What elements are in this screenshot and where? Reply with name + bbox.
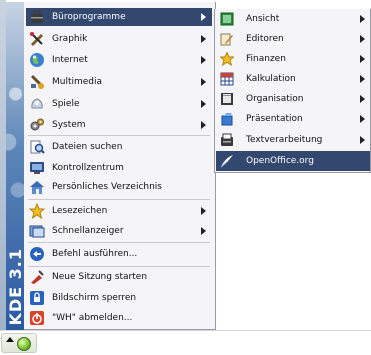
games-icon xyxy=(31,98,43,109)
kmenu-item-label: Befehl ausführen... xyxy=(52,249,138,259)
submenu-item-label: Präsentation xyxy=(246,114,303,124)
submenu-arrow-icon xyxy=(201,78,206,86)
presentation-icon xyxy=(221,113,233,126)
menu-separator xyxy=(28,242,210,243)
kmenu-item-label: Schnellanzeiger xyxy=(52,226,124,236)
kmenu-item-bildschirm-sperren[interactable]: Bildschirm sperren xyxy=(26,289,212,307)
kmenu-item-label: Büroprogramme xyxy=(52,12,126,22)
kmenu-item-label: Neue Sitzung starten xyxy=(52,272,148,282)
menu-separator xyxy=(28,266,210,267)
kmenu-item-graphik[interactable]: Graphik xyxy=(26,30,212,48)
submenu-item-editoren[interactable]: Editoren xyxy=(216,29,370,49)
submenu-arrow-icon xyxy=(201,100,206,108)
bueroprogramme-submenu: Ansicht Editoren Finanzen Kalkulation Or… xyxy=(214,9,371,173)
menu-separator xyxy=(28,199,210,200)
lock-screen-icon xyxy=(30,291,44,305)
run-command-icon xyxy=(30,247,44,261)
submenu-item-organisation[interactable]: Organisation xyxy=(216,89,370,109)
submenu-arrow-icon xyxy=(201,207,206,215)
kmenu-item-multimedia[interactable]: Multimedia xyxy=(26,73,212,91)
submenu-arrow-icon xyxy=(201,35,206,43)
control-center-icon xyxy=(30,162,44,174)
multimedia-note-icon xyxy=(30,74,45,89)
kmenu-item-label: Lesezeichen xyxy=(52,206,108,216)
submenu-arrow-icon xyxy=(360,136,365,144)
quick-browser-icon xyxy=(29,225,45,238)
kmenu-item-kontrollzentrum[interactable]: Kontrollzentrum xyxy=(26,159,212,177)
submenu-arrow-icon xyxy=(360,35,365,43)
submenu-item-label: Textverarbeitung xyxy=(246,135,323,145)
submenu-item-label: Organisation xyxy=(246,94,304,104)
new-session-icon xyxy=(31,270,44,284)
k-menu: Büroprogramme Graphik Internet Multimedi… xyxy=(24,2,216,330)
editor-pen-icon xyxy=(220,33,233,46)
kmenu-item-neue-sitzung[interactable]: Neue Sitzung starten xyxy=(26,268,212,286)
kde-panel xyxy=(0,330,371,355)
organizer-icon xyxy=(221,93,233,105)
kmenu-item-label: Kontrollzentrum xyxy=(52,163,124,173)
openoffice-icon xyxy=(220,155,233,168)
kmenu-item-schnellanzeiger[interactable]: Schnellanzeiger xyxy=(26,222,212,240)
kmenu-item-label: System xyxy=(52,120,86,130)
bookmark-star-icon xyxy=(29,203,45,219)
submenu-arrow-icon xyxy=(360,55,365,63)
submenu-arrow-icon xyxy=(201,56,206,64)
kmenu-item-label: Spiele xyxy=(52,99,80,109)
kmenu-item-label: Graphik xyxy=(52,34,88,44)
spreadsheet-icon xyxy=(220,72,234,86)
word-processor-icon xyxy=(221,133,233,146)
finance-star-icon xyxy=(220,52,234,66)
kmenu-item-system[interactable]: System xyxy=(26,116,212,134)
kmenu-item-label: Internet xyxy=(52,55,88,65)
k-menu-ball-icon xyxy=(17,337,31,351)
submenu-item-label: Ansicht xyxy=(246,14,280,24)
submenu-item-label: Kalkulation xyxy=(246,74,296,84)
kmenu-item-dateien-suchen[interactable]: Dateien suchen xyxy=(26,138,212,156)
submenu-item-kalkulation[interactable]: Kalkulation xyxy=(216,69,370,89)
find-files-icon xyxy=(30,140,45,154)
kmenu-item-bueroprogramme[interactable]: Büroprogramme xyxy=(26,8,212,26)
kmenu-item-label: Persönliches Verzeichnis xyxy=(52,182,162,192)
submenu-item-ansicht[interactable]: Ansicht xyxy=(216,9,370,29)
menu-separator xyxy=(28,135,210,136)
kmenu-item-befehl-ausfuehren[interactable]: Befehl ausführen... xyxy=(26,245,212,263)
system-gears-icon xyxy=(30,118,44,131)
menu-up-arrow-icon xyxy=(6,337,14,342)
kde-side-banner: KDE 3.1 xyxy=(6,2,24,330)
submenu-arrow-icon xyxy=(360,115,365,123)
graphics-pen-icon xyxy=(30,32,43,46)
kmenu-item-label: Dateien suchen xyxy=(52,142,123,152)
kmenu-item-label: Multimedia xyxy=(52,77,103,87)
kmenu-item-persoenliches-verzeichnis[interactable]: Persönliches Verzeichnis xyxy=(26,178,212,196)
submenu-item-label: Finanzen xyxy=(246,54,286,64)
kde-version-label: KDE 3.1 xyxy=(6,248,24,326)
k-menu-button[interactable] xyxy=(1,333,37,353)
banner-decoration xyxy=(6,62,24,222)
submenu-arrow-icon xyxy=(201,121,206,129)
submenu-arrow-icon xyxy=(201,13,206,21)
kmenu-item-spiele[interactable]: Spiele xyxy=(26,95,212,113)
submenu-item-praesentation[interactable]: Präsentation xyxy=(216,109,370,129)
submenu-item-label: OpenOffice.org xyxy=(246,156,314,166)
kmenu-item-label: Bildschirm sperren xyxy=(52,293,137,303)
kmenu-item-lesezeichen[interactable]: Lesezeichen xyxy=(26,202,212,220)
submenu-item-finanzen[interactable]: Finanzen xyxy=(216,49,370,69)
view-icon xyxy=(220,12,234,26)
submenu-arrow-icon xyxy=(360,15,365,23)
submenu-item-textverarbeitung[interactable]: Textverarbeitung xyxy=(216,130,370,150)
kmenu-item-abmelden[interactable]: "WH" abmelden... xyxy=(26,309,212,327)
submenu-item-label: Editoren xyxy=(246,34,284,44)
submenu-arrow-icon xyxy=(201,227,206,235)
office-briefcase-icon xyxy=(31,10,43,23)
submenu-item-openoffice[interactable]: OpenOffice.org xyxy=(216,151,370,171)
home-folder-icon xyxy=(30,181,44,194)
kmenu-item-label: "WH" abmelden... xyxy=(52,313,133,323)
globe-icon xyxy=(30,53,44,67)
kmenu-item-internet[interactable]: Internet xyxy=(26,51,212,69)
submenu-arrow-icon xyxy=(360,95,365,103)
submenu-arrow-icon xyxy=(360,75,365,83)
logout-icon xyxy=(30,311,44,325)
